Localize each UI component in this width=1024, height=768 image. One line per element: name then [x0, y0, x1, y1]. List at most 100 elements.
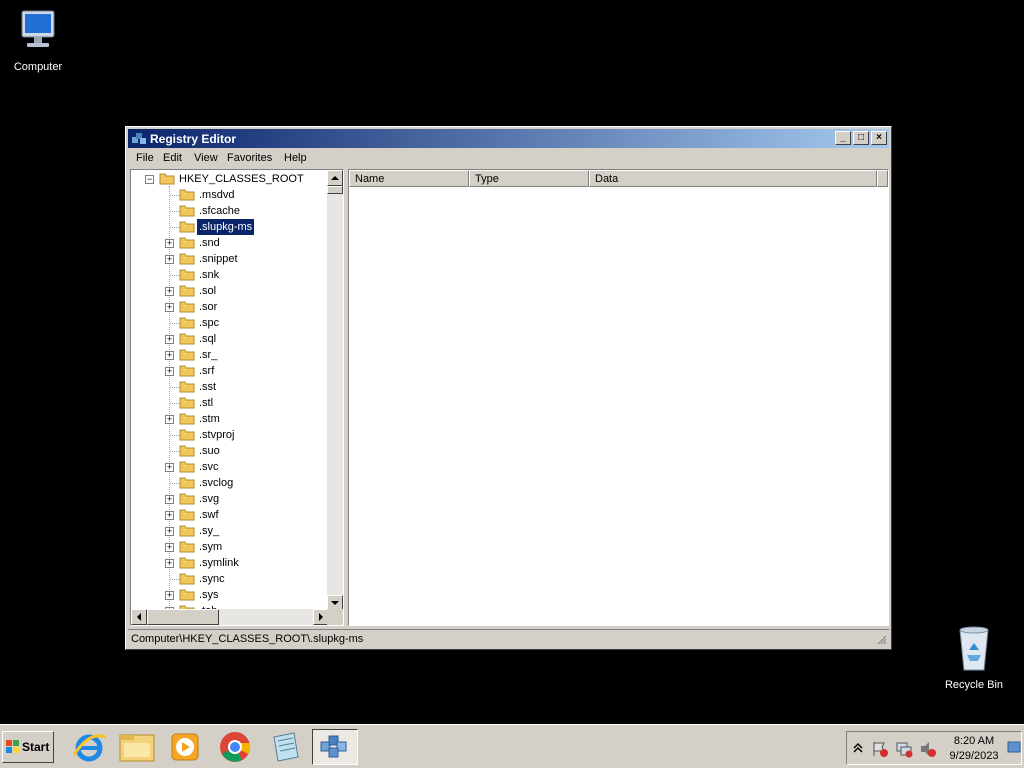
- clock-time: 8:20 AM: [953, 735, 995, 747]
- expand-icon[interactable]: +: [165, 527, 174, 536]
- arrow-down-icon: [331, 601, 339, 605]
- expand-icon[interactable]: +: [165, 463, 174, 472]
- status-path: Computer\HKEY_CLASSES_ROOT\.slupkg-ms: [131, 633, 364, 645]
- taskbar-internet-explorer[interactable]: [66, 729, 112, 765]
- folder-icon: [179, 413, 195, 425]
- taskbar-media-player[interactable]: [162, 729, 208, 765]
- tree-item-label: .sym: [199, 541, 223, 553]
- internet-explorer-icon: [72, 734, 107, 762]
- minimize-button[interactable]: _: [835, 131, 851, 145]
- tree-item-label: .svc: [199, 461, 219, 473]
- tree-horizontal-thumb[interactable]: [147, 609, 219, 625]
- tree-item-label: .sql: [199, 333, 217, 345]
- volume-muted-icon[interactable]: [919, 740, 937, 758]
- expand-icon[interactable]: +: [165, 367, 174, 376]
- notepad-icon: [273, 732, 299, 762]
- folder-icon: [179, 493, 195, 505]
- system-tray: 8:20 AM 9/29/2023: [846, 731, 1022, 765]
- tree-branch-line: [169, 403, 179, 404]
- folder-icon: [179, 509, 195, 521]
- tree-vertical-scrollbar[interactable]: [327, 170, 343, 611]
- expand-icon[interactable]: +: [165, 559, 174, 568]
- tree-item-label: .snd: [199, 237, 220, 249]
- network-icon[interactable]: [895, 740, 913, 758]
- clock-date: 9/29/2023: [949, 750, 999, 762]
- folder-icon: [179, 349, 195, 361]
- tree-branch-line: [169, 211, 179, 212]
- expand-icon[interactable]: +: [165, 495, 174, 504]
- title-bar[interactable]: Registry Editor _ □ ×: [128, 129, 889, 148]
- menu-favorites[interactable]: Favorites: [227, 152, 272, 164]
- expand-icon[interactable]: +: [165, 511, 174, 520]
- computer-icon: [21, 10, 55, 47]
- folder-icon: [179, 589, 195, 601]
- clock[interactable]: 8:20 AM 9/29/2023: [943, 734, 1005, 764]
- tree-item-label: .suo: [199, 445, 220, 457]
- expand-icon[interactable]: +: [165, 543, 174, 552]
- values-list[interactable]: Name Type Data: [348, 169, 889, 626]
- taskbar-file-explorer[interactable]: [114, 729, 160, 765]
- show-hidden-icons-icon[interactable]: [853, 742, 863, 754]
- close-button[interactable]: ×: [871, 131, 887, 145]
- show-desktop-icon[interactable]: [1007, 738, 1021, 758]
- folder-icon: [179, 253, 195, 265]
- folder-icon: [179, 189, 195, 201]
- tree-item-label: .sys: [199, 589, 219, 601]
- file-explorer-icon: [119, 734, 155, 762]
- folder-icon: [179, 381, 195, 393]
- column-header-name[interactable]: Name: [349, 170, 469, 187]
- registry-tree[interactable]: − HKEY_CLASSES_ROOT .msdvd .sfcache .slupkg-…: [130, 169, 344, 626]
- tree-horizontal-scrollbar[interactable]: [131, 609, 329, 625]
- computer-desktop-icon[interactable]: Computer: [0, 8, 76, 73]
- folder-icon: [179, 461, 195, 473]
- column-header-data[interactable]: Data: [589, 170, 877, 187]
- taskbar-registry-editor[interactable]: [312, 729, 358, 765]
- tree-branch-line: [169, 483, 179, 484]
- expand-icon[interactable]: +: [165, 287, 174, 296]
- expand-icon[interactable]: +: [165, 239, 174, 248]
- tree-item-label: .snippet: [199, 253, 238, 265]
- taskbar-chrome[interactable]: [212, 729, 258, 765]
- menu-bar: File Edit View Favorites Help: [128, 149, 889, 168]
- folder-icon: [179, 477, 195, 489]
- menu-edit[interactable]: Edit: [163, 152, 182, 164]
- tree-branch-line: [169, 451, 179, 452]
- action-center-flag-icon[interactable]: [871, 740, 889, 758]
- expand-icon[interactable]: +: [165, 303, 174, 312]
- start-button[interactable]: Start: [2, 731, 54, 763]
- folder-icon: [179, 333, 195, 345]
- menu-help[interactable]: Help: [284, 152, 307, 164]
- expand-icon[interactable]: +: [165, 255, 174, 264]
- column-header-type[interactable]: Type: [469, 170, 589, 187]
- folder-icon: [179, 525, 195, 537]
- tree-item-label: .sy_: [199, 525, 220, 537]
- folder-icon: [179, 397, 195, 409]
- tree-vertical-thumb[interactable]: [327, 186, 343, 194]
- tree-item-label: .stl: [199, 397, 214, 409]
- expand-icon[interactable]: +: [165, 591, 174, 600]
- recycle-bin-icon: [959, 626, 989, 671]
- tree-branch-line: [169, 227, 179, 228]
- folder-icon: [179, 541, 195, 553]
- tree-item-label: .slupkg-ms: [195, 218, 256, 236]
- expand-icon[interactable]: +: [165, 335, 174, 344]
- folder-icon: [179, 285, 195, 297]
- expand-icon[interactable]: +: [165, 351, 174, 360]
- scroll-left-button[interactable]: [131, 609, 147, 625]
- menu-file[interactable]: File: [136, 152, 154, 164]
- recycle-bin-desktop-icon[interactable]: Recycle Bin: [936, 624, 1012, 691]
- tree-root-label: HKEY_CLASSES_ROOT: [179, 173, 304, 185]
- folder-icon: [179, 269, 195, 281]
- tree-item-label: .sfcache: [199, 205, 240, 217]
- maximize-button[interactable]: □: [853, 131, 869, 145]
- scroll-up-button[interactable]: [327, 170, 343, 186]
- menu-view[interactable]: View: [194, 152, 218, 164]
- expand-icon[interactable]: +: [165, 415, 174, 424]
- collapse-icon[interactable]: −: [145, 175, 154, 184]
- tree-item-label: .symlink: [199, 557, 239, 569]
- resize-grip-icon[interactable]: [875, 633, 887, 645]
- arrow-left-icon: [137, 613, 141, 621]
- regedit-app-icon: [132, 133, 146, 144]
- taskbar-notepad[interactable]: [262, 729, 308, 765]
- column-header-filler: [877, 170, 888, 187]
